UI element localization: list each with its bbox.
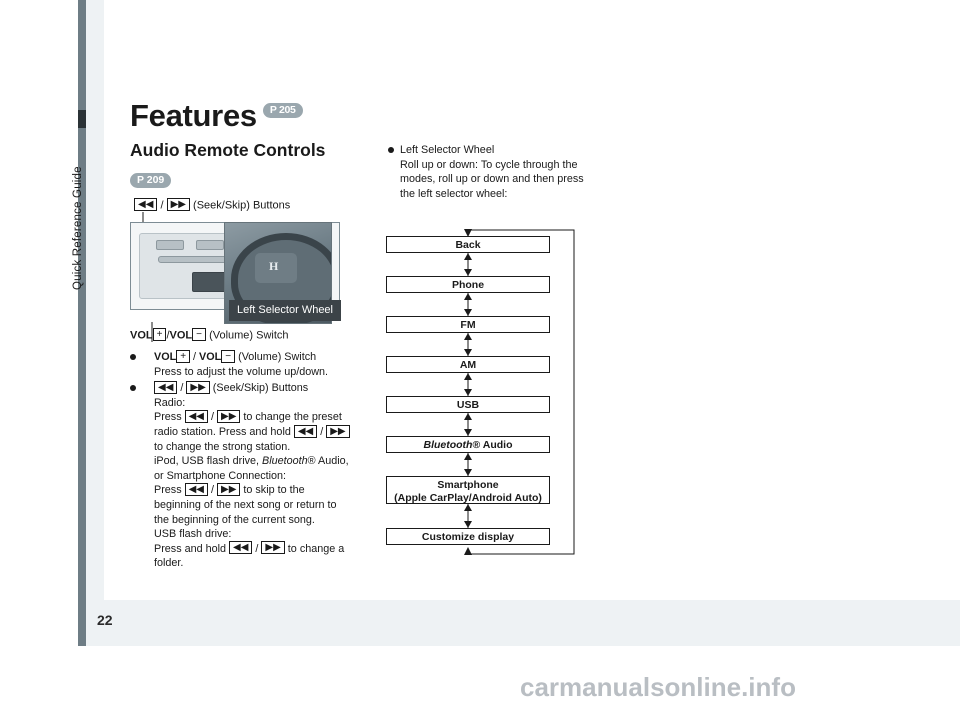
bluetooth-word: Bluetooth: [262, 455, 308, 468]
flow-arrow-7: [464, 504, 472, 528]
bullet-dot-icon: [130, 354, 136, 360]
section-reference-badge: P 209: [130, 173, 172, 188]
seek-line-6: Press ◀◀ / ▶▶ to skip to the: [154, 482, 305, 497]
bullet-seek-skip: ◀◀ / ▶▶ (Seek/Skip) Buttons Radio: Press…: [130, 380, 360, 571]
volume-caption-vol-1: VOL: [130, 329, 153, 342]
mode-cycle-flow-diagram: Back Phone FM AM USB Bluetooth® Audio Sm…: [386, 228, 578, 564]
seek-line-3: to change the strong station.: [154, 440, 291, 453]
right-column-body: Left Selector Wheel Roll up or down: To …: [388, 143, 598, 201]
seek-next-icon: ▶▶: [326, 424, 350, 438]
seek-line-2: radio station. Press and hold ◀◀ / ▶▶: [154, 424, 360, 440]
seek-line-5: or Smartphone Connection:: [154, 469, 287, 482]
section-label-wrap: Quick Reference Guide: [72, 150, 106, 350]
page-root: 22 Quick Reference Guide Features P 205 A…: [0, 0, 960, 722]
bullet-seek-skip-heading: ◀◀ / ▶▶ (Seek/Skip) Buttons: [154, 380, 360, 396]
volume-switch-caption: VOL +/VOL − (Volume) Switch: [130, 328, 289, 342]
volume-caption-vol-2: VOL: [169, 329, 193, 342]
seek-line-radio: Radio:: [154, 396, 186, 409]
bullet-volume-switch-line-1: Press to adjust the volume up/down.: [154, 365, 329, 378]
seek-line-8: the beginning of the current song.: [154, 513, 315, 526]
volume-plus-icon: +: [152, 328, 167, 341]
bullet-dot-icon: [388, 147, 394, 153]
side-strip-accent: [78, 110, 86, 128]
bullet-dot-icon: [130, 385, 136, 392]
left-selector-wheel-callout: Left Selector Wheel: [229, 300, 341, 321]
control-button-1: [156, 240, 184, 250]
seek-line-4: iPod, USB flash drive, Bluetooth® Audio,: [154, 455, 349, 468]
vol-sep: /: [193, 351, 197, 363]
bullet-seek-skip-body: ◀◀ / ▶▶ (Seek/Skip) Buttons Radio: Press…: [142, 380, 360, 571]
vol-label-1: VOL: [154, 351, 177, 363]
flow-arrow-5: [464, 413, 472, 436]
flow-item-customize-display: Customize display: [386, 528, 550, 545]
bluetooth-word: Bluetooth: [423, 439, 473, 451]
seek-suffix: (Seek/Skip) Buttons: [212, 382, 309, 395]
vol-suffix: (Volume) Switch: [238, 351, 317, 363]
seek-prev-icon: ◀◀: [154, 380, 178, 394]
section-reference-badge-wrap: P 209: [130, 170, 172, 188]
seek-prev-icon: ◀◀: [229, 541, 253, 555]
seek-next-icon: ▶▶: [217, 482, 241, 496]
seek-next-icon: ▶▶: [261, 541, 285, 555]
seek-line-1: Press ◀◀ / ▶▶ to change the preset: [154, 410, 342, 424]
flow-item-phone: Phone: [386, 276, 550, 293]
seek-line-11: folder.: [154, 557, 184, 570]
flow-arrow-2: [464, 293, 472, 316]
volume-caption-text: (Volume) Switch: [209, 329, 289, 342]
flow-item-usb: USB: [386, 396, 550, 413]
page-title: Features P 205: [130, 98, 303, 134]
side-strip: [78, 0, 86, 646]
flow-item-smartphone-line-1: Smartphone: [437, 479, 499, 491]
watermark: carmanualsonline.info: [520, 672, 796, 703]
page-title-text: Features: [130, 98, 257, 133]
right-column: Left Selector Wheel Roll up or down: To …: [388, 143, 598, 201]
section-title: Audio Remote Controls: [130, 140, 326, 160]
flow-item-back: Back: [386, 236, 550, 253]
watermark-text: carmanualsonline.info: [520, 672, 796, 702]
vol-plus-icon: +: [176, 349, 191, 363]
volume-minus-icon: −: [192, 328, 206, 341]
seek-prev-icon: ◀◀: [293, 424, 318, 438]
flow-item-smartphone-line-2: (Apple CarPlay/Android Auto): [394, 491, 542, 504]
bullet-volume-switch-body: VOL + / VOL − (Volume) Switch Press to adj…: [142, 349, 360, 379]
flow-item-smartphone: Smartphone (Apple CarPlay/Android Auto): [386, 476, 550, 504]
flow-arrow-1: [464, 253, 472, 276]
flow-arrow-4: [464, 373, 472, 396]
flow-item-am: AM: [386, 356, 550, 373]
page-title-reference-badge: P 205: [262, 103, 303, 119]
left-bullet-list: VOL + / VOL − (Volume) Switch Press to adj…: [130, 349, 360, 573]
flow-item-bluetooth-audio: Bluetooth® Audio: [386, 436, 550, 453]
vol-label-2: VOL: [199, 351, 222, 363]
vol-minus-icon: −: [221, 349, 236, 363]
bullet-volume-switch-heading: VOL + / VOL − (Volume) Switch: [154, 349, 360, 365]
control-button-2: [196, 240, 224, 250]
seek-line-9: USB flash drive:: [154, 528, 232, 541]
left-selector-wheel-heading: Left Selector Wheel: [400, 144, 495, 156]
section-label: Quick Reference Guide: [72, 166, 84, 290]
flow-arrow-6: [464, 453, 472, 476]
seek-prev-icon: ◀◀: [184, 482, 208, 496]
seek-line-10: Press and hold ◀◀ / ▶▶ to change a: [154, 541, 345, 555]
seek-next-icon: ▶▶: [217, 410, 241, 424]
bullet-volume-switch: VOL + / VOL − (Volume) Switch Press to adj…: [130, 349, 360, 379]
flow-item-fm: FM: [386, 316, 550, 333]
page-number: 22: [97, 612, 113, 628]
bottom-band: [86, 600, 960, 646]
left-selector-wheel-line-1: Roll up or down: To cycle through the: [400, 158, 578, 171]
left-selector-wheel-line-3: the left selector wheel:: [400, 187, 508, 200]
flow-arrow-3: [464, 333, 472, 356]
honda-logo: H: [269, 259, 279, 273]
left-selector-wheel-line-2: modes, roll up or down and then press: [400, 173, 584, 186]
seek-prev-icon: ◀◀: [184, 410, 208, 424]
seek-line-7: beginning of the next song or return to: [154, 498, 337, 511]
seek-next-icon: ▶▶: [186, 380, 210, 394]
